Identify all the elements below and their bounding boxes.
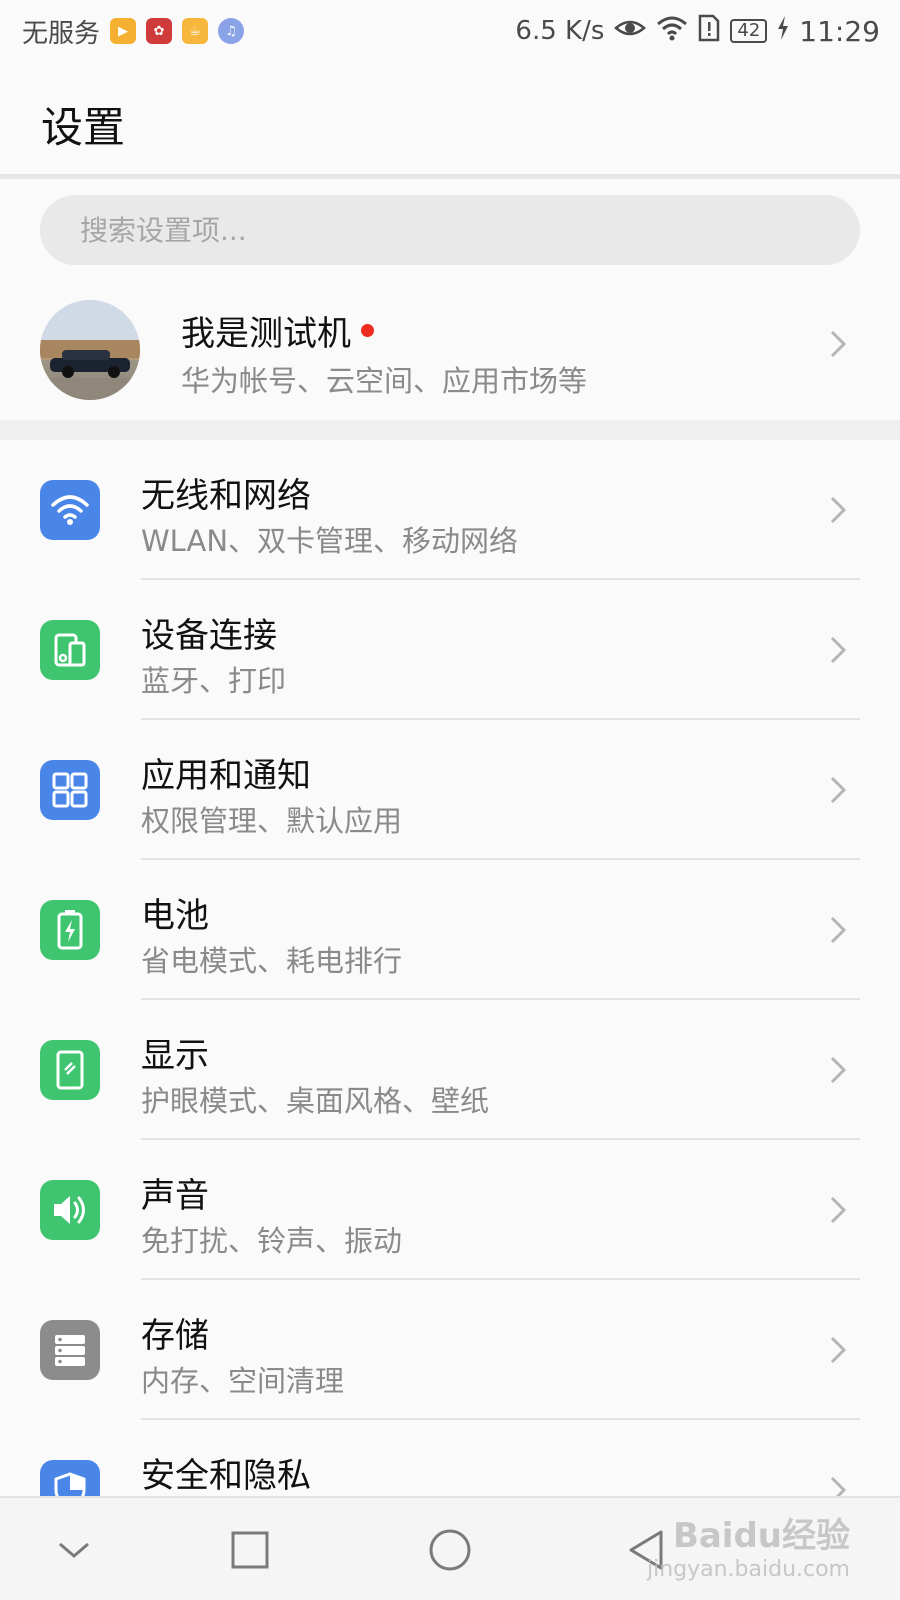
battery-indicator: 42	[730, 19, 768, 43]
settings-list: 无线和网络 WLAN、双卡管理、移动网络 设备连接 蓝牙、打印 应用和通知 权限…	[0, 440, 900, 1560]
settings-item-title: 声音	[141, 1176, 209, 1216]
search-bar[interactable]	[40, 195, 860, 265]
title-bar: 设置	[0, 62, 900, 174]
avatar	[40, 300, 140, 400]
wifi-status-icon	[656, 15, 688, 48]
settings-item-title: 安全和隐私	[141, 1456, 311, 1496]
settings-item-sound[interactable]: 声音 免打扰、铃声、振动	[0, 1140, 900, 1280]
chevron-down-icon	[59, 1542, 89, 1558]
eye-comfort-icon	[614, 16, 647, 47]
settings-item-title: 存储	[141, 1316, 209, 1356]
sim-alert-icon	[698, 14, 720, 49]
status-bar: 无服务 ▶ ✿ ☕ ♫ 6.5 K/s 42 11:29	[0, 0, 900, 62]
charging-icon	[777, 15, 789, 47]
chevron-right-icon	[830, 776, 847, 804]
section-separator	[0, 420, 900, 440]
settings-item-title: 设备连接	[141, 616, 277, 656]
settings-item-subtitle: WLAN、双卡管理、移动网络	[141, 524, 519, 558]
clock: 11:29	[799, 14, 880, 48]
watermark-url: jingyan.baidu.com	[646, 1557, 850, 1582]
settings-item-device-connection[interactable]: 设备连接 蓝牙、打印	[0, 580, 900, 720]
device-connection-icon	[40, 620, 100, 680]
chevron-right-icon	[830, 1056, 847, 1084]
settings-item-battery[interactable]: 电池 省电模式、耗电排行	[0, 860, 900, 1000]
circle-icon	[429, 1529, 471, 1571]
search-input[interactable]	[80, 213, 860, 247]
display-icon	[40, 1040, 100, 1100]
settings-item-display[interactable]: 显示 护眼模式、桌面风格、壁纸	[0, 1000, 900, 1140]
chevron-right-icon	[830, 330, 847, 358]
apps-grid-icon	[40, 760, 100, 820]
settings-item-title: 显示	[141, 1036, 209, 1076]
settings-item-title: 电池	[141, 896, 209, 936]
wifi-icon	[40, 480, 100, 540]
speaker-icon	[40, 1180, 100, 1240]
chevron-right-icon	[830, 636, 847, 664]
chevron-right-icon	[830, 1196, 847, 1224]
settings-item-subtitle: 护眼模式、桌面风格、壁纸	[141, 1084, 490, 1118]
chevron-right-icon	[830, 496, 847, 524]
music-app-icon: ♫	[218, 18, 245, 44]
settings-item-subtitle: 蓝牙、打印	[141, 664, 287, 698]
battery-icon	[40, 900, 100, 960]
account-row[interactable]: 我是测试机 华为帐号、云空间、应用市场等	[0, 288, 900, 418]
settings-item-title: 应用和通知	[141, 756, 311, 796]
watermark-brand: Baidu经验	[672, 1516, 850, 1556]
carrier-label: 无服务	[22, 18, 101, 49]
page-title: 设置	[41, 103, 126, 152]
recents-button[interactable]	[218, 1518, 282, 1582]
navigation-bar: Baidu经验 jingyan.baidu.com	[0, 1496, 900, 1600]
settings-item-subtitle: 省电模式、耗电排行	[141, 944, 403, 978]
home-button[interactable]	[418, 1518, 482, 1582]
storage-icon	[40, 1320, 100, 1380]
hide-nav-button[interactable]	[42, 1518, 106, 1582]
settings-item-storage[interactable]: 存储 内存、空间清理	[0, 1280, 900, 1420]
settings-item-subtitle: 免打扰、铃声、振动	[141, 1224, 403, 1258]
watermark: Baidu经验 jingyan.baidu.com	[647, 1508, 850, 1582]
settings-item-subtitle: 内存、空间清理	[141, 1364, 345, 1398]
video-app-icon: ▶	[110, 18, 137, 44]
net-speed-label: 6.5 K/s	[515, 16, 605, 46]
settings-item-subtitle: 权限管理、默认应用	[141, 804, 403, 838]
account-name: 我是测试机	[181, 314, 351, 354]
settings-item-wireless-network[interactable]: 无线和网络 WLAN、双卡管理、移动网络	[0, 440, 900, 580]
square-icon	[231, 1531, 269, 1569]
settings-item-title: 无线和网络	[141, 476, 311, 516]
chevron-right-icon	[830, 916, 847, 944]
account-subtitle: 华为帐号、云空间、应用市场等	[181, 364, 588, 398]
title-divider	[0, 174, 900, 179]
huawei-app-icon: ✿	[146, 18, 173, 44]
cup-app-icon: ☕	[182, 18, 209, 44]
chevron-right-icon	[830, 1336, 847, 1364]
notification-dot	[361, 324, 374, 337]
settings-item-apps-notifications[interactable]: 应用和通知 权限管理、默认应用	[0, 720, 900, 860]
